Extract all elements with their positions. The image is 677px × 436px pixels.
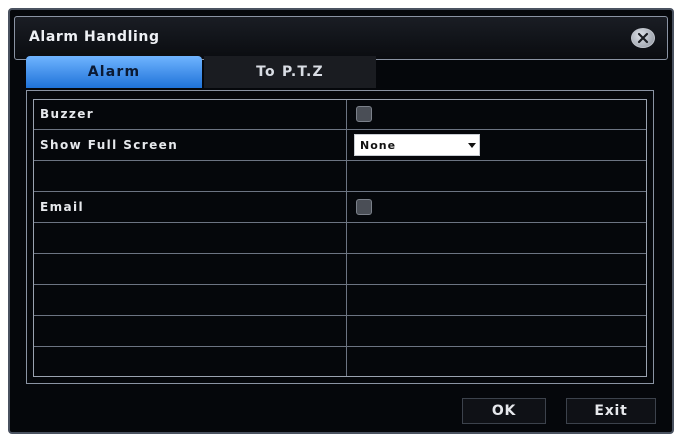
settings-grid: Buzzer Show Full Screen None Email (33, 99, 647, 377)
tab-alarm[interactable]: Alarm (26, 56, 202, 88)
buzzer-label: Buzzer (40, 107, 95, 121)
email-label: Email (40, 200, 85, 214)
email-checkbox[interactable] (356, 199, 372, 215)
close-icon (637, 32, 649, 44)
exit-button[interactable]: Exit (566, 398, 656, 424)
row-buzzer: Buzzer (34, 100, 646, 130)
row-empty-5 (34, 317, 646, 347)
ok-button[interactable]: OK (462, 398, 546, 424)
show-full-screen-select[interactable]: None (354, 134, 480, 156)
row-email: Email (34, 193, 646, 223)
row-empty-3 (34, 255, 646, 285)
row-empty-2 (34, 224, 646, 254)
title-bar: Alarm Handling (14, 16, 668, 60)
show-full-screen-value: None (360, 138, 397, 152)
tab-bar: Alarm To P.T.Z (26, 56, 396, 88)
row-empty-6 (34, 348, 646, 378)
chevron-down-icon (465, 135, 479, 155)
settings-panel: Buzzer Show Full Screen None Email (26, 90, 654, 384)
buzzer-checkbox[interactable] (356, 106, 372, 122)
row-show-full-screen: Show Full Screen None (34, 131, 646, 161)
dialog-title: Alarm Handling (29, 29, 160, 45)
row-empty-1 (34, 162, 646, 192)
show-full-screen-label: Show Full Screen (40, 138, 179, 152)
row-empty-4 (34, 286, 646, 316)
tab-to-ptz[interactable]: To P.T.Z (204, 56, 376, 88)
close-button[interactable] (631, 28, 655, 48)
